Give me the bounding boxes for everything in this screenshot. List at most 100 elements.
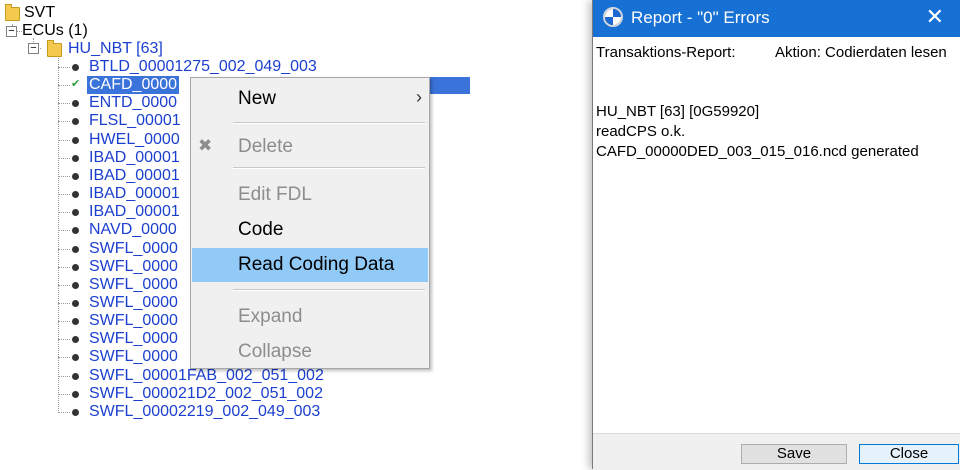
report-line: readCPS o.k.	[596, 123, 686, 140]
tree-guide	[58, 285, 70, 286]
folder-icon	[5, 4, 20, 21]
report-footer: Save Close	[593, 433, 960, 470]
bullet-icon	[72, 264, 79, 271]
bullet-icon	[72, 391, 79, 398]
report-header-right: Aktion: Codierdaten lesen	[775, 44, 947, 61]
bullet-icon	[72, 100, 79, 107]
tree-item[interactable]: SWFL_00001FAB_002_051_002	[0, 367, 360, 385]
menu-separator	[233, 289, 425, 291]
menu-item-edit-fdl-label: Edit FDL	[238, 184, 312, 205]
tree-guide	[58, 376, 70, 377]
menu-item-code[interactable]: Code	[192, 213, 428, 247]
bullet-icon	[72, 155, 79, 162]
tree-guide	[58, 321, 70, 322]
tree-item-label: NAVD_0000	[89, 221, 177, 238]
tree-item-label: SWFL_0000	[89, 240, 178, 257]
tree-node-svt[interactable]: SVT	[0, 4, 200, 22]
tree-guide	[58, 194, 70, 195]
bullet-icon	[72, 209, 79, 216]
collapse-icon[interactable]: −	[6, 26, 17, 37]
bullet-icon	[72, 191, 79, 198]
tree-guide	[58, 67, 70, 68]
delete-x-icon: ✖	[198, 136, 213, 155]
bullet-icon	[72, 173, 79, 180]
bullet-icon	[72, 64, 79, 71]
menu-item-new[interactable]: New ›	[192, 82, 428, 116]
close-button[interactable]: Close	[859, 444, 959, 464]
tree-item[interactable]: SWFL_00002219_002_049_003	[0, 403, 360, 421]
chevron-right-icon: ›	[416, 87, 422, 107]
tree-item-label: HWEL_0000	[89, 131, 180, 148]
bullet-icon	[72, 118, 79, 125]
report-line: CAFD_00000DED_003_015_016.ncd generated	[596, 143, 919, 160]
tree-item-label: SWFL_0000	[89, 330, 178, 347]
tree-item-label: BTLD_00001275_002_049_003	[89, 58, 317, 75]
context-menu: New › ✖ Delete Edit FDL Code Read Coding…	[190, 77, 430, 369]
report-header-left: Transaktions-Report:	[596, 44, 736, 61]
save-button[interactable]: Save	[741, 444, 847, 464]
menu-item-read-coding-data[interactable]: Read Coding Data	[192, 248, 428, 282]
tree-guide	[58, 121, 70, 122]
report-line: HU_NBT [63] [0G59920]	[596, 103, 760, 120]
tree-guide	[58, 176, 70, 177]
menu-separator	[233, 122, 425, 124]
tree-guide	[58, 230, 70, 231]
tree-node-hu-nbt-label: HU_NBT [63]	[68, 40, 163, 57]
bullet-icon	[72, 373, 79, 380]
tree-guide	[58, 303, 70, 304]
tree-node-svt-label: SVT	[24, 4, 56, 21]
menu-item-collapse[interactable]: Collapse	[192, 335, 428, 369]
bullet-icon	[72, 336, 79, 343]
bullet-icon	[72, 246, 79, 253]
collapse-icon[interactable]: −	[28, 43, 39, 54]
menu-item-delete[interactable]: ✖ Delete	[192, 130, 428, 164]
tree-guide	[58, 339, 70, 340]
tree-guide	[58, 267, 70, 268]
tree-guide	[58, 357, 70, 358]
bmw-logo-icon	[603, 7, 623, 27]
tree-item-label: IBAD_00001	[89, 203, 180, 220]
bullet-icon	[72, 409, 79, 416]
menu-item-read-coding-data-label: Read Coding Data	[238, 254, 395, 275]
bullet-icon	[72, 318, 79, 325]
tree-guide	[58, 140, 70, 141]
bullet-icon	[72, 282, 79, 289]
tree-guide	[58, 103, 70, 104]
tree-item-label: SWFL_0000	[89, 348, 178, 365]
checkmark-icon: ✔	[71, 78, 81, 90]
tree-item-label: IBAD_00001	[89, 167, 180, 184]
tree-item-label: SWFL_000021D2_002_051_002	[89, 385, 323, 402]
tree-item[interactable]: SWFL_000021D2_002_051_002	[0, 385, 360, 403]
bullet-icon	[72, 300, 79, 307]
tree-guide	[58, 212, 70, 213]
menu-item-collapse-label: Collapse	[238, 341, 312, 362]
menu-separator	[233, 167, 425, 169]
bullet-icon	[72, 354, 79, 361]
report-titlebar[interactable]: Report - "0" Errors ✕	[593, 0, 960, 37]
tree-node-ecus-label: ECUs (1)	[22, 22, 88, 39]
tree-item-label: IBAD_00001	[89, 185, 180, 202]
close-icon[interactable]: ✕	[926, 4, 944, 30]
report-window: Report - "0" Errors ✕ Transaktions-Repor…	[592, 0, 960, 470]
bullet-icon	[72, 137, 79, 144]
tree-item-label: CAFD_0000	[87, 76, 180, 94]
tree-item-label: SWFL_0000	[89, 294, 178, 311]
tree-node-hu-nbt[interactable]: − HU_NBT [63]	[0, 40, 220, 58]
tree-item-label: SWFL_0000	[89, 258, 178, 275]
tree-guide	[58, 394, 70, 395]
tree-guide	[58, 85, 70, 86]
tree-guide	[58, 249, 70, 250]
tree-guide	[58, 158, 70, 159]
tree-item-label: FLSL_00001	[89, 112, 181, 129]
tree-item-label: SWFL_0000	[89, 276, 178, 293]
tree-item-label: ENTD_0000	[89, 94, 178, 111]
tree-item[interactable]: BTLD_00001275_002_049_003	[0, 58, 360, 76]
menu-item-new-label: New	[238, 88, 277, 109]
menu-item-edit-fdl[interactable]: Edit FDL	[192, 178, 428, 212]
tree-item-label: SWFL_0000	[89, 312, 178, 329]
tree-item-label: IBAD_00001	[89, 149, 180, 166]
tree-node-ecus[interactable]: − ECUs (1)	[0, 22, 200, 40]
menu-item-expand[interactable]: Expand	[192, 300, 428, 334]
bullet-icon	[72, 227, 79, 234]
menu-item-delete-label: Delete	[238, 136, 293, 157]
